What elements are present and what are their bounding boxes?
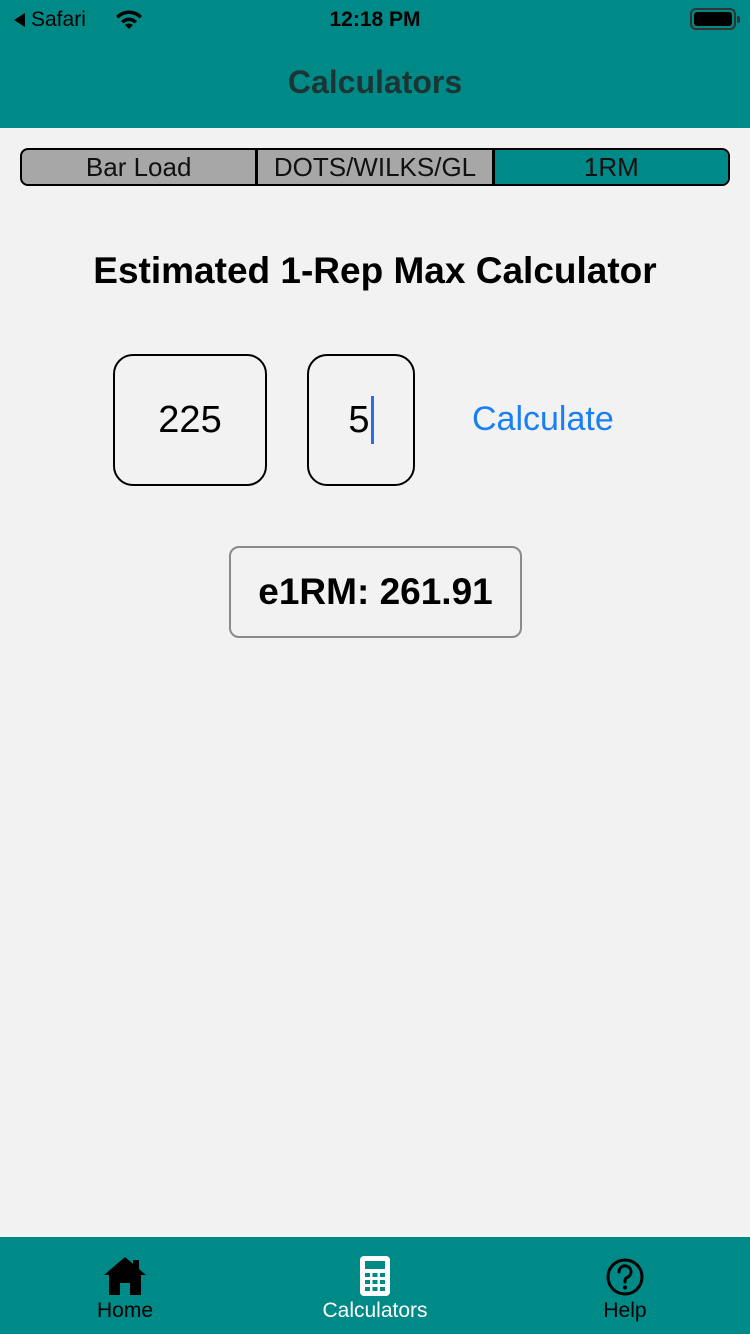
text-cursor [370,396,374,444]
tab-help[interactable]: Help [500,1237,750,1334]
tab-home[interactable]: Home [0,1237,250,1334]
tab-label: Help [603,1299,647,1322]
help-icon [606,1258,644,1296]
nav-title: Calculators [287,64,463,100]
reps-value: 5 [348,398,370,441]
header: Safari 12:18 PM Calculators [0,0,750,128]
status-time: 12:18 PM [329,8,421,31]
calculator-type-segmented-control: Bar Load DOTS/WILKS/GL 1RM [20,148,730,186]
segment-label: Bar Load [85,151,192,182]
segment-1rm[interactable]: 1RM [494,150,728,184]
status-bar: Safari 12:18 PM [0,0,750,40]
weight-input[interactable]: 225 [113,354,267,486]
tab-label: Calculators [322,1299,428,1322]
tab-calculators[interactable]: Calculators [250,1237,500,1334]
weight-value: 225 [158,398,222,441]
reps-input[interactable]: 5 [307,354,415,486]
home-icon [104,1257,146,1295]
calculate-button[interactable]: Calculate [472,400,614,439]
calculator-icon [360,1256,390,1296]
tab-bar: Home Calculators Help [0,1237,750,1334]
segment-label: 1RM [583,151,639,182]
segment-label: DOTS/WILKS/GL [273,151,477,182]
result-display: e1RM: 261.91 [229,546,522,638]
tab-label: Home [96,1299,154,1322]
battery-icon [690,8,740,30]
segment-dots-wilks-gl[interactable]: DOTS/WILKS/GL [258,150,495,184]
segment-bar-load[interactable]: Bar Load [22,150,259,184]
page-title: Estimated 1-Rep Max Calculator [93,250,657,291]
result-text: e1RM: 261.91 [258,571,493,612]
